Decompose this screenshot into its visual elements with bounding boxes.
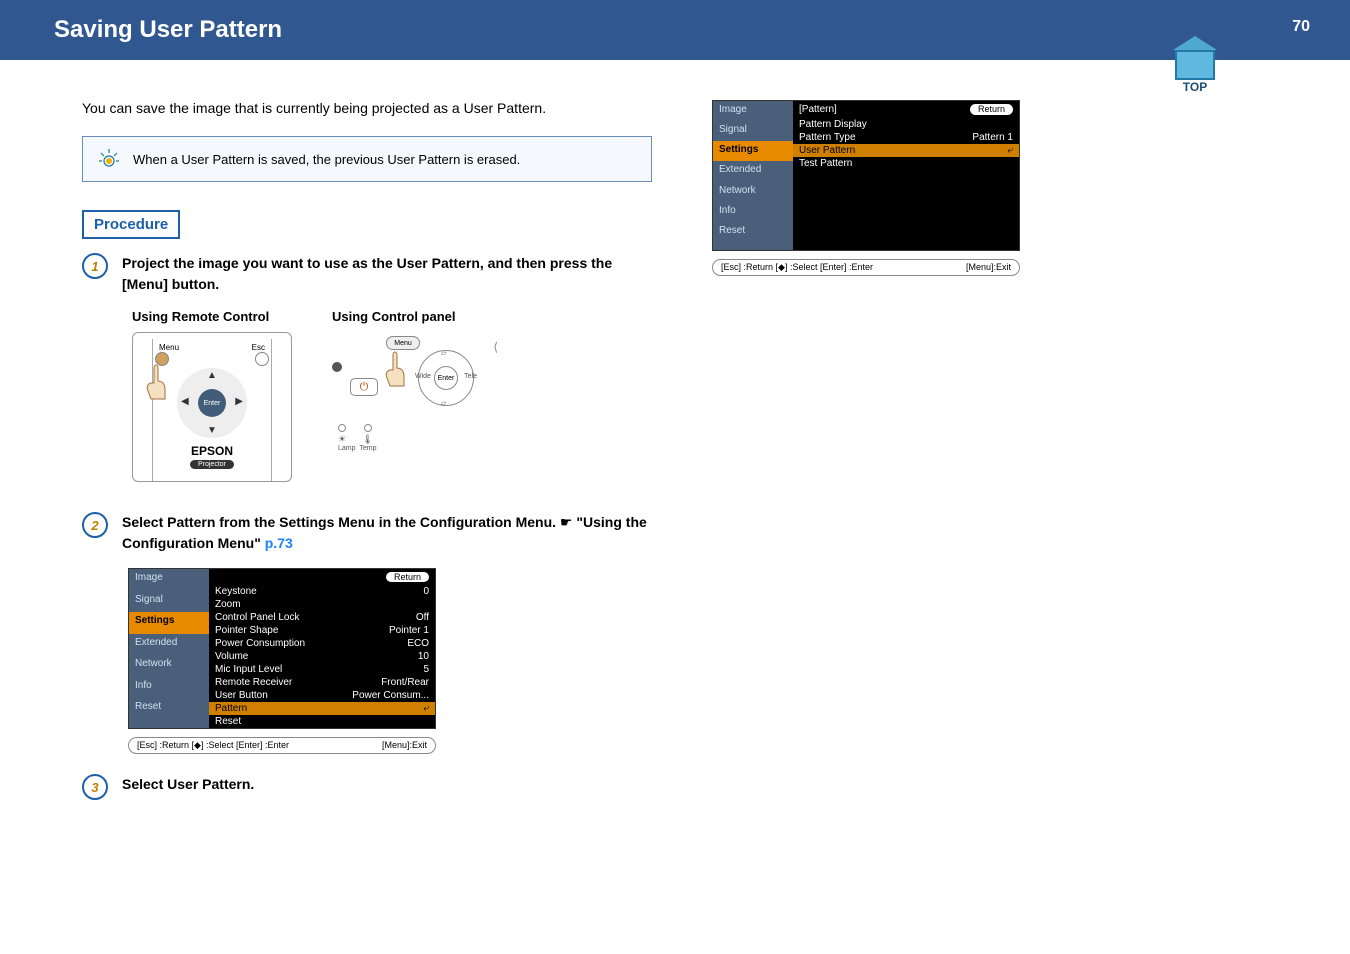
step-2-text: Select Pattern from the Settings Menu in… — [122, 512, 652, 554]
page-number: 70 — [1292, 18, 1310, 36]
osd-sidebar-item[interactable]: Extended — [129, 634, 209, 656]
osd-menu-row[interactable]: User Pattern⤶ — [793, 144, 1019, 157]
osd-menu-row[interactable]: User ButtonPower Consum... — [209, 689, 435, 702]
panel-diagram: Using Control panel Menu ⏻ ▱ ▱ Wide Tele… — [332, 309, 512, 482]
top-logo[interactable]: TOP — [1170, 36, 1220, 86]
pointing-hand-icon — [382, 350, 408, 390]
note-text: When a User Pattern is saved, the previo… — [133, 152, 520, 167]
osd-sidebar-item[interactable]: Image — [129, 569, 209, 591]
osd-menu-row[interactable]: Keystone0 — [209, 585, 435, 598]
osd-screenshot-2: Image [Pattern] Return Pattern DisplayPa… — [712, 100, 1282, 276]
step-2: 2 Select Pattern from the Settings Menu … — [82, 512, 652, 554]
osd-menu-row[interactable]: Test Pattern — [793, 157, 1019, 170]
remote-menu-label: Menu — [159, 343, 179, 352]
step-1-text: Project the image you want to use as the… — [122, 253, 652, 295]
step-number-3: 3 — [82, 774, 108, 800]
osd-menu-row[interactable]: Reset — [209, 715, 435, 728]
panel-temp-label: Temp — [359, 445, 376, 452]
remote-diagram: Using Remote Control Menu Esc ▲ — [132, 309, 292, 482]
osd-sidebar-item[interactable]: Settings — [129, 612, 209, 634]
osd-menu-row[interactable]: Pattern TypePattern 1 — [793, 131, 1019, 144]
osd-sidebar-item[interactable]: Info — [713, 202, 793, 222]
diagrams-row: Using Remote Control Menu Esc ▲ — [132, 309, 652, 482]
panel-lamp-label: Lamp — [338, 445, 356, 452]
remote-enter-button[interactable]: Enter — [198, 389, 226, 417]
osd-return-button[interactable]: Return — [386, 572, 429, 582]
step-3: 3 Select User Pattern. — [82, 774, 652, 800]
left-column: You can save the image that is currently… — [82, 100, 652, 814]
step-3-text: Select User Pattern. — [122, 774, 254, 800]
remote-control: Menu Esc ▲ ▼ ◀ ▶ Enter — [132, 332, 292, 482]
remote-menu-button[interactable] — [155, 352, 169, 366]
page-title: Saving User Pattern — [54, 16, 282, 44]
top-logo-label: TOP — [1170, 80, 1220, 94]
intro-text: You can save the image that is currently… — [82, 100, 652, 116]
panel-menu-button[interactable]: Menu — [386, 336, 420, 350]
right-column: Image [Pattern] Return Pattern DisplayPa… — [712, 100, 1282, 814]
remote-dpad[interactable]: ▲ ▼ ◀ ▶ Enter — [177, 368, 247, 438]
osd-sidebar-item[interactable]: Image — [713, 101, 793, 121]
osd-sidebar-item[interactable]: Reset — [713, 222, 793, 242]
osd-sidebar-item[interactable]: Extended — [713, 161, 793, 181]
step-number-1: 1 — [82, 253, 108, 279]
osd-menu-row[interactable]: Pointer ShapePointer 1 — [209, 624, 435, 637]
pointing-hand-icon: ☛ — [560, 514, 576, 530]
page-header: Saving User Pattern — [0, 0, 1350, 60]
osd-menu-row[interactable]: Power ConsumptionECO — [209, 637, 435, 650]
osd-sidebar-item[interactable]: Settings — [713, 141, 793, 161]
remote-projector-label: Projector — [190, 460, 234, 469]
osd-footer: [Esc] :Return [◆] :Select [Enter] :Enter… — [128, 737, 436, 754]
control-panel: Menu ⏻ ▱ ▱ Wide Tele Enter ⟨ ☀ — [332, 332, 512, 452]
remote-title: Using Remote Control — [132, 309, 292, 324]
panel-nav-ring[interactable]: ▱ ▱ Wide Tele Enter — [418, 350, 474, 406]
osd-sidebar-item[interactable]: Signal — [129, 591, 209, 613]
remote-esc-label: Esc — [252, 343, 265, 352]
remote-esc-button[interactable] — [255, 352, 269, 366]
remote-brand: EPSON — [191, 444, 233, 458]
osd-menu-row[interactable]: Pattern Display — [793, 118, 1019, 131]
osd-header: [Pattern] — [799, 104, 837, 115]
osd-sidebar-item[interactable]: Info — [129, 677, 209, 699]
osd-sidebar-item[interactable]: Signal — [713, 121, 793, 141]
step-1: 1 Project the image you want to use as t… — [82, 253, 652, 295]
osd-menu-row[interactable]: Remote ReceiverFront/Rear — [209, 676, 435, 689]
osd-sidebar-item[interactable]: Network — [713, 182, 793, 202]
osd-menu-row[interactable]: Zoom — [209, 598, 435, 611]
panel-indicator — [332, 362, 342, 372]
panel-title: Using Control panel — [332, 309, 512, 324]
osd-screenshot-1: Image Return Keystone0ZoomControl Panel … — [128, 568, 652, 754]
osd-return-button[interactable]: Return — [970, 104, 1013, 115]
osd-sidebar-item[interactable]: Reset — [129, 698, 209, 720]
panel-power-button[interactable]: ⏻ — [350, 378, 378, 396]
step-number-2: 2 — [82, 512, 108, 538]
page-link[interactable]: p.73 — [265, 535, 293, 551]
osd-menu-row[interactable]: Mic Input Level5 — [209, 663, 435, 676]
osd-footer: [Esc] :Return [◆] :Select [Enter] :Enter… — [712, 259, 1020, 276]
note-box: When a User Pattern is saved, the previo… — [82, 136, 652, 182]
lightbulb-icon — [97, 147, 121, 171]
osd-sidebar-item[interactable]: Network — [129, 655, 209, 677]
panel-enter-button[interactable]: Enter — [434, 366, 458, 390]
osd-menu-row[interactable]: Control Panel LockOff — [209, 611, 435, 624]
osd-menu-row[interactable]: Volume10 — [209, 650, 435, 663]
procedure-label: Procedure — [82, 210, 180, 239]
osd-menu-row[interactable]: Pattern⤶ — [209, 702, 435, 715]
